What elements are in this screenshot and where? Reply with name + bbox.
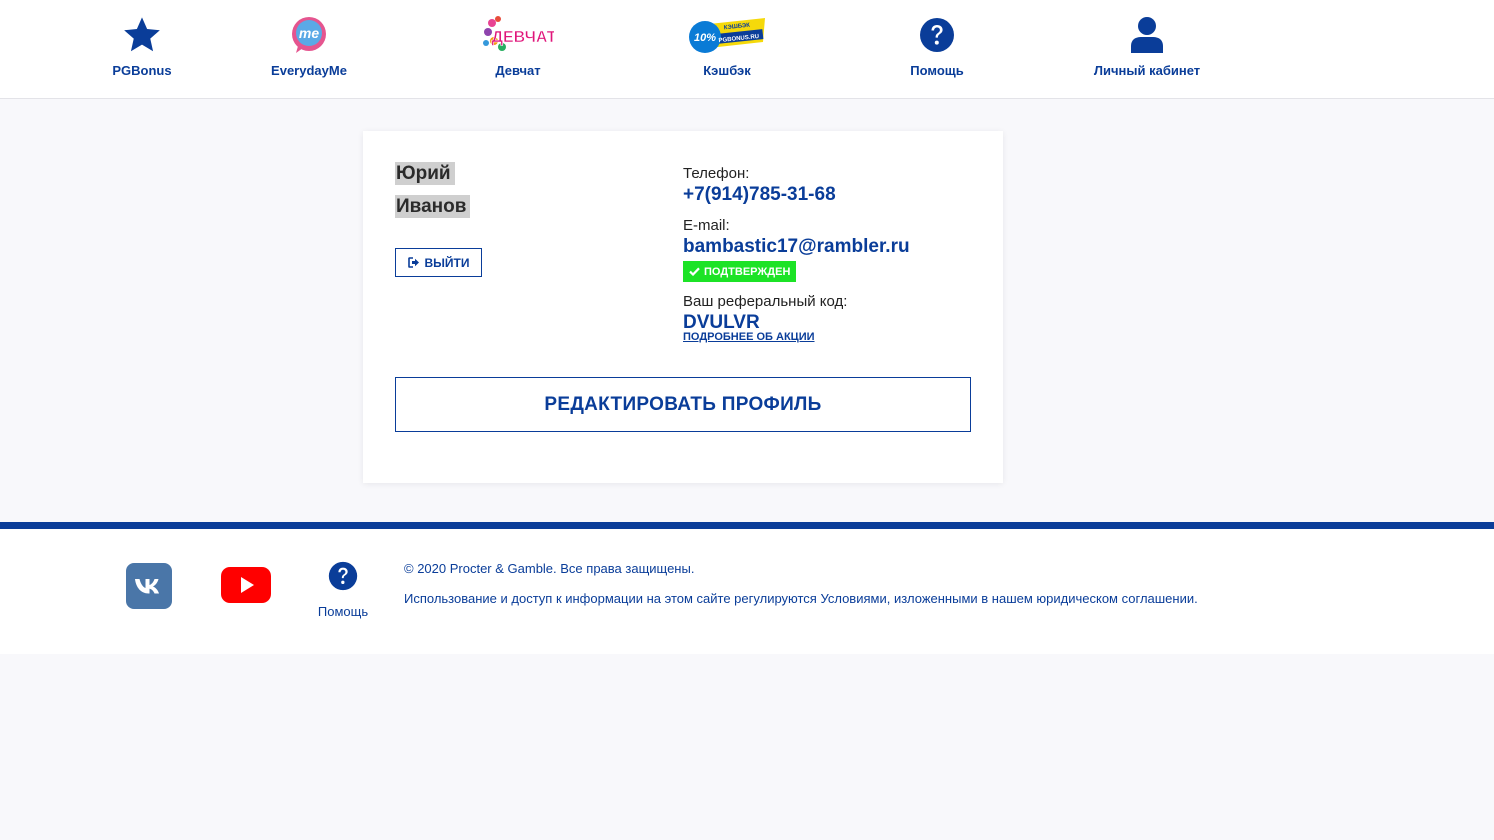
phone-label: Телефон: xyxy=(683,165,750,182)
footer: Помощь © 2020 Procter & Gamble. Все прав… xyxy=(0,529,1494,654)
email-status: ПОДТВЕРЖДЕН xyxy=(704,265,791,278)
devchat-logo-text: ДЕВЧАТ xyxy=(492,29,554,46)
phone-value: +7(914)785-31-68 xyxy=(683,184,836,205)
nav-label-account: Личный кабинет xyxy=(1093,63,1201,78)
nav-label-cashback: Кэшбэк xyxy=(703,63,751,78)
top-navigation: PGBonus me EverydayMe ДЕВЧАТ Девчат 10% … xyxy=(0,0,1494,99)
copyright-text: © 2020 Procter & Gamble. Все права защищ… xyxy=(404,561,695,576)
cashback-logo: 10% КЭШБЭК PGBONUS.RU xyxy=(689,18,765,53)
sign-out-icon xyxy=(407,257,419,268)
email-verified-badge: ПОДТВЕРЖДЕН xyxy=(683,261,797,282)
question-circle-icon xyxy=(920,18,954,52)
nav-label-devchat: Девчат xyxy=(495,63,541,78)
promo-details-link[interactable]: ПОДРОБНЕЕ ОБ АКЦИИ xyxy=(683,331,815,343)
last-name: Иванов xyxy=(395,195,471,218)
nav-label-pgbonus: PGBonus xyxy=(112,63,172,78)
user-icon xyxy=(1131,17,1163,53)
profile-card: Юрий Иванов ВЫЙТИ Телефон: +7(914)785-31… xyxy=(363,131,1003,483)
email-label: E-mail: xyxy=(683,217,730,234)
footer-divider xyxy=(0,522,1494,529)
referral-label: Ваш реферальный код: xyxy=(683,293,848,310)
email-value: bambastic17@rambler.ru xyxy=(683,236,910,257)
check-icon xyxy=(689,267,700,276)
nav-item-account[interactable]: Личный кабинет xyxy=(1067,14,1227,78)
nav-item-help[interactable]: Помощь xyxy=(857,14,1017,78)
vk-icon[interactable] xyxy=(126,563,172,609)
everydayme-logo: me xyxy=(292,17,326,53)
logout-label: ВЫЙТИ xyxy=(424,255,470,270)
question-circle-icon xyxy=(328,561,358,591)
cashback-logo-big: 10% xyxy=(694,32,716,44)
nav-item-everydayme[interactable]: me EverydayMe xyxy=(229,14,389,78)
nav-item-devchat[interactable]: ДЕВЧАТ Девчат xyxy=(438,14,598,78)
nav-label-everydayme: EverydayMe xyxy=(271,63,347,78)
devchat-logo: ДЕВЧАТ xyxy=(483,16,554,51)
star-icon xyxy=(124,17,160,52)
youtube-icon[interactable] xyxy=(221,567,271,603)
logout-button[interactable]: ВЫЙТИ xyxy=(395,248,482,277)
edit-profile-button[interactable]: РЕДАКТИРОВАТЬ ПРОФИЛЬ xyxy=(395,377,971,432)
legal-text: Использование и доступ к информации на э… xyxy=(404,591,1198,606)
everydayme-logo-text: me xyxy=(299,25,319,41)
nav-item-pgbonus[interactable]: PGBonus xyxy=(62,14,222,78)
first-name: Юрий xyxy=(395,162,455,185)
nav-item-cashback[interactable]: 10% КЭШБЭК PGBONUS.RU Кэшбэк xyxy=(647,14,807,78)
footer-help-label: Помощь xyxy=(317,604,369,619)
footer-help-link[interactable]: Помощь xyxy=(312,561,374,619)
nav-label-help: Помощь xyxy=(910,63,964,78)
